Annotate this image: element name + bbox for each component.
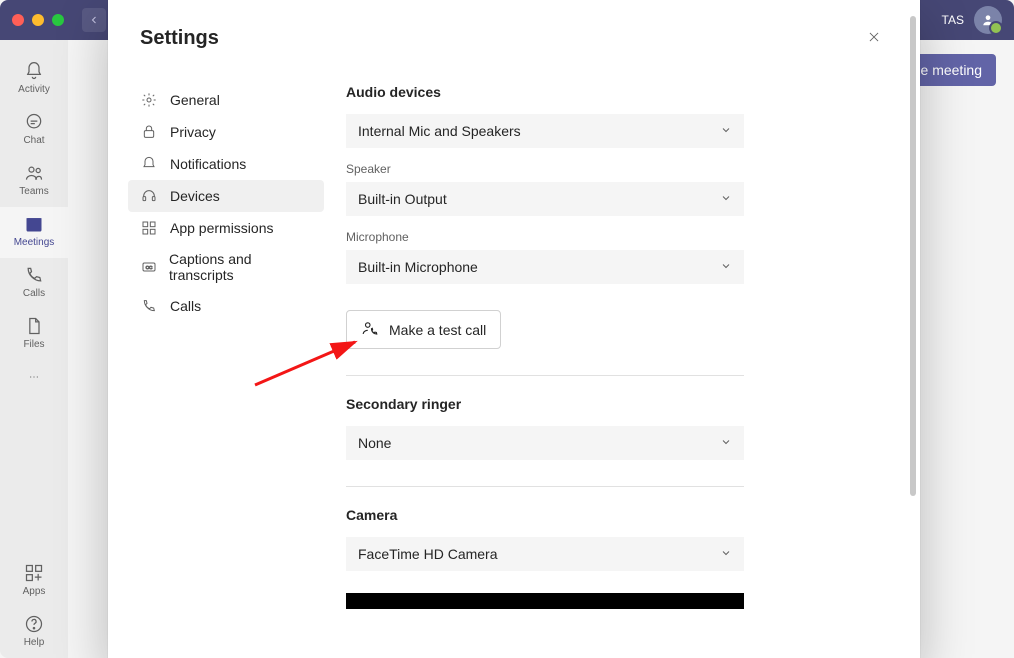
camera-preview (346, 593, 744, 609)
svg-text:CC: CC (145, 265, 152, 270)
chevron-down-icon (720, 192, 732, 207)
make-test-call-button[interactable]: Make a test call (346, 310, 501, 349)
speaker-label: Speaker (346, 162, 872, 176)
modal-scrollbar[interactable] (910, 16, 916, 496)
secondary-ringer-heading: Secondary ringer (346, 396, 872, 412)
speaker-value: Built-in Output (358, 191, 447, 207)
settings-nav-label: General (170, 92, 220, 108)
camera-select[interactable]: FaceTime HD Camera (346, 537, 744, 571)
settings-nav-label: Devices (170, 188, 220, 204)
camera-value: FaceTime HD Camera (358, 546, 498, 562)
audio-device-value: Internal Mic and Speakers (358, 123, 521, 139)
settings-nav-privacy[interactable]: Privacy (128, 116, 324, 148)
settings-nav-general[interactable]: General (128, 84, 324, 116)
cc-icon: CC (140, 258, 157, 276)
chevron-down-icon (720, 547, 732, 562)
settings-nav-notifications[interactable]: Notifications (128, 148, 324, 180)
gear-icon (140, 91, 158, 109)
phone-icon (140, 297, 158, 315)
close-icon (867, 30, 881, 47)
settings-nav-app-permissions[interactable]: App permissions (128, 212, 324, 244)
chevron-down-icon (720, 436, 732, 451)
headset-icon (140, 187, 158, 205)
settings-nav-label: App permissions (170, 220, 274, 236)
camera-heading: Camera (346, 507, 872, 523)
settings-title: Settings (140, 27, 219, 50)
divider (346, 375, 744, 376)
settings-sidebar: General Privacy Notifications Devices (108, 60, 340, 658)
speaker-select[interactable]: Built-in Output (346, 182, 744, 216)
microphone-select[interactable]: Built-in Microphone (346, 250, 744, 284)
chevron-down-icon (720, 124, 732, 139)
microphone-label: Microphone (346, 230, 872, 244)
settings-nav-devices[interactable]: Devices (128, 180, 324, 212)
settings-nav-label: Privacy (170, 124, 216, 140)
settings-close-button[interactable] (860, 24, 888, 52)
settings-nav-calls[interactable]: Calls (128, 290, 324, 322)
grid-icon (140, 219, 158, 237)
settings-nav-captions[interactable]: CC Captions and transcripts (128, 244, 324, 290)
settings-nav-label: Captions and transcripts (169, 251, 312, 283)
chevron-down-icon (720, 260, 732, 275)
divider (346, 486, 744, 487)
settings-modal: Settings General Privacy (108, 0, 920, 658)
settings-nav-label: Notifications (170, 156, 246, 172)
secondary-ringer-select[interactable]: None (346, 426, 744, 460)
audio-device-select[interactable]: Internal Mic and Speakers (346, 114, 744, 148)
microphone-value: Built-in Microphone (358, 259, 478, 275)
bell-icon (140, 155, 158, 173)
settings-content: Audio devices Internal Mic and Speakers … (340, 60, 920, 658)
person-call-icon (361, 319, 379, 340)
settings-nav-label: Calls (170, 298, 201, 314)
secondary-ringer-value: None (358, 435, 391, 451)
make-test-call-label: Make a test call (389, 322, 486, 338)
audio-devices-heading: Audio devices (346, 84, 872, 100)
lock-icon (140, 123, 158, 141)
